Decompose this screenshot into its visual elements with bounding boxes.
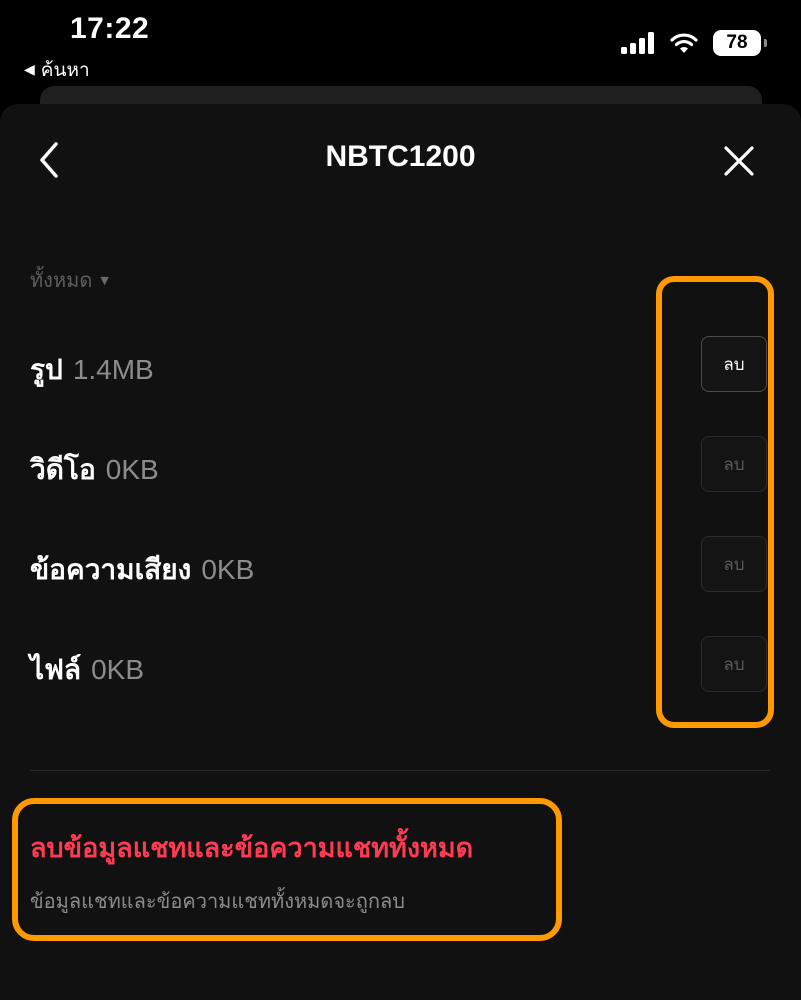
storage-row-size: 0KB — [105, 454, 159, 485]
battery-icon: 78 — [713, 30, 767, 56]
storage-row-size: 0KB — [201, 554, 255, 585]
status-time: 17:22 — [70, 12, 150, 45]
storage-sheet: NBTC1200 ทั้งหมด ▼ รูป 1.4MB ลบ วิดีโอ 0KB… — [0, 104, 801, 1000]
delete-videos-button[interactable]: ลบ — [701, 436, 767, 492]
storage-row-size: 1.4MB — [72, 354, 154, 385]
storage-row-name: ไฟล์ — [30, 653, 82, 686]
storage-row-photos: รูป 1.4MB ลบ — [30, 336, 770, 396]
delete-all-chat-data-button[interactable]: ลบข้อมูลแชทและข้อความแชททั้งหมด ข้อมูลแช… — [30, 826, 550, 917]
caret-down-icon: ▼ — [100, 273, 109, 287]
filter-label: ทั้งหมด — [30, 268, 93, 292]
filter-dropdown[interactable]: ทั้งหมด ▼ — [30, 264, 109, 296]
delete-all-subtitle: ข้อมูลแชทและข้อความแชททั้งหมดจะถูกลบ — [30, 889, 405, 913]
cellular-signal-icon — [621, 32, 654, 54]
back-triangle-icon: ◀ — [24, 62, 35, 78]
storage-row-videos: วิดีโอ 0KB ลบ — [30, 436, 770, 496]
back-to-app-link[interactable]: ◀ ค้นหา — [24, 55, 90, 85]
storage-row-name: ข้อความเสียง — [30, 553, 192, 586]
storage-row-size: 0KB — [91, 654, 145, 685]
wifi-icon — [670, 33, 698, 53]
divider — [30, 770, 770, 771]
status-icons: 78 — [621, 30, 767, 56]
status-bar: 17:22 ◀ ค้นหา 78 — [0, 0, 801, 90]
page-title: NBTC1200 — [325, 140, 476, 173]
back-app-label: ค้นหา — [40, 59, 90, 81]
delete-voice-messages-button[interactable]: ลบ — [701, 536, 767, 592]
storage-row-name: วิดีโอ — [30, 453, 96, 486]
storage-row-voice-messages: ข้อความเสียง 0KB ลบ — [30, 536, 770, 596]
storage-row-files: ไฟล์ 0KB ลบ — [30, 636, 770, 696]
storage-row-name: รูป — [30, 353, 63, 386]
delete-photos-button[interactable]: ลบ — [701, 336, 767, 392]
delete-all-title: ลบข้อมูลแชทและข้อความแชททั้งหมด — [30, 833, 474, 864]
delete-files-button[interactable]: ลบ — [701, 636, 767, 692]
close-icon[interactable] — [718, 140, 760, 182]
